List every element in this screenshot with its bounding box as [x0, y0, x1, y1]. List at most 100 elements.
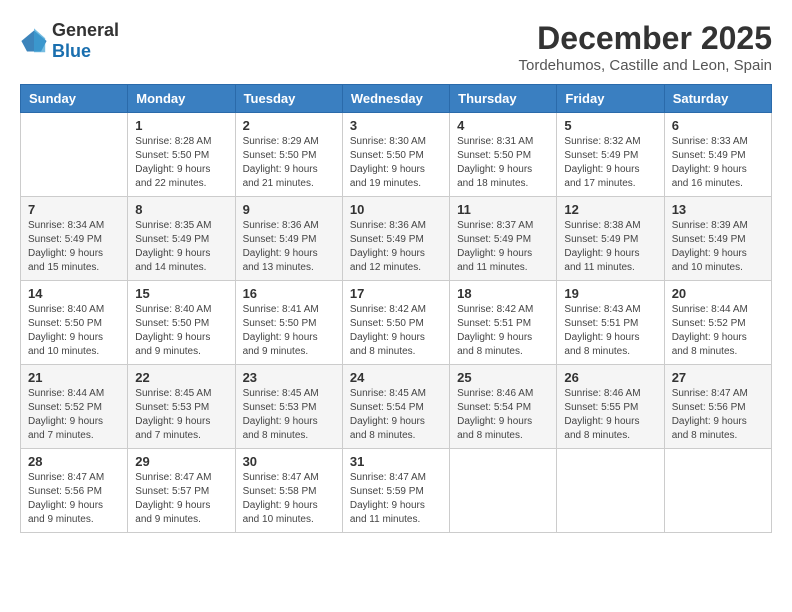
day-number: 24	[350, 370, 442, 385]
day-cell: 30 Sunrise: 8:47 AMSunset: 5:58 PMDayligh…	[235, 449, 342, 533]
day-cell: 16 Sunrise: 8:41 AMSunset: 5:50 PMDayligh…	[235, 281, 342, 365]
logo: General Blue	[20, 20, 119, 62]
day-number: 12	[564, 202, 656, 217]
day-info: Sunrise: 8:45 AMSunset: 5:53 PMDaylight:…	[135, 387, 227, 443]
day-info: Sunrise: 8:33 AMSunset: 5:49 PMDaylight:…	[672, 135, 764, 191]
day-info: Sunrise: 8:44 AMSunset: 5:52 PMDaylight:…	[28, 387, 120, 443]
title-block: December 2025 Tordehumos, Castille and L…	[519, 20, 773, 74]
day-number: 31	[350, 454, 442, 469]
day-number: 14	[28, 286, 120, 301]
day-cell: 8Sunrise: 8:35 AMSunset: 5:49 PMDaylight…	[128, 197, 235, 281]
day-info: Sunrise: 8:34 AMSunset: 5:49 PMDaylight:…	[28, 219, 120, 275]
day-cell: 3 Sunrise: 8:30 AMSunset: 5:50 PMDaylight…	[342, 113, 449, 197]
day-cell: 9 Sunrise: 8:36 AMSunset: 5:49 PMDaylight…	[235, 197, 342, 281]
day-cell: 23Sunrise: 8:45 AMSunset: 5:53 PMDayligh…	[235, 365, 342, 449]
calendar-body: 1Sunrise: 8:28 AMSunset: 5:50 PMDaylight…	[21, 113, 772, 533]
day-info: Sunrise: 8:47 AMSunset: 5:58 PMDaylight:…	[243, 471, 335, 527]
day-info: Sunrise: 8:47 AMSunset: 5:59 PMDaylight:…	[350, 471, 442, 527]
day-info: Sunrise: 8:42 AMSunset: 5:51 PMDaylight:…	[457, 303, 549, 359]
day-info: Sunrise: 8:45 AMSunset: 5:53 PMDaylight:…	[243, 387, 335, 443]
day-number: 30	[243, 454, 335, 469]
day-number: 26	[564, 370, 656, 385]
day-number: 16	[243, 286, 335, 301]
day-cell: 10 Sunrise: 8:36 AMSunset: 5:49 PMDayligh…	[342, 197, 449, 281]
header-tuesday: Tuesday	[235, 85, 342, 113]
day-cell: 19 Sunrise: 8:43 AMSunset: 5:51 PMDayligh…	[557, 281, 664, 365]
day-cell: 1Sunrise: 8:28 AMSunset: 5:50 PMDaylight…	[128, 113, 235, 197]
day-info: Sunrise: 8:46 AMSunset: 5:54 PMDaylight:…	[457, 387, 549, 443]
day-number: 3	[350, 118, 442, 133]
day-cell: 22 Sunrise: 8:45 AMSunset: 5:53 PMDayligh…	[128, 365, 235, 449]
header-thursday: Thursday	[450, 85, 557, 113]
day-info: Sunrise: 8:41 AMSunset: 5:50 PMDaylight:…	[243, 303, 335, 359]
header-wednesday: Wednesday	[342, 85, 449, 113]
day-info: Sunrise: 8:46 AMSunset: 5:55 PMDaylight:…	[564, 387, 656, 443]
day-cell: 24Sunrise: 8:45 AMSunset: 5:54 PMDayligh…	[342, 365, 449, 449]
header-monday: Monday	[128, 85, 235, 113]
day-cell: 5Sunrise: 8:32 AMSunset: 5:49 PMDaylight…	[557, 113, 664, 197]
day-cell: 17 Sunrise: 8:42 AMSunset: 5:50 PMDayligh…	[342, 281, 449, 365]
logo-general: General	[52, 20, 119, 40]
header-row: SundayMondayTuesdayWednesdayThursdayFrid…	[21, 85, 772, 113]
day-cell: 7 Sunrise: 8:34 AMSunset: 5:49 PMDaylight…	[21, 197, 128, 281]
day-cell	[557, 449, 664, 533]
day-info: Sunrise: 8:30 AMSunset: 5:50 PMDaylight:…	[350, 135, 442, 191]
day-info: Sunrise: 8:31 AMSunset: 5:50 PMDaylight:…	[457, 135, 549, 191]
day-cell: 27Sunrise: 8:47 AMSunset: 5:56 PMDayligh…	[664, 365, 771, 449]
day-cell: 12Sunrise: 8:38 AMSunset: 5:49 PMDayligh…	[557, 197, 664, 281]
day-cell: 4 Sunrise: 8:31 AMSunset: 5:50 PMDaylight…	[450, 113, 557, 197]
day-cell: 28Sunrise: 8:47 AMSunset: 5:56 PMDayligh…	[21, 449, 128, 533]
day-cell: 18 Sunrise: 8:42 AMSunset: 5:51 PMDayligh…	[450, 281, 557, 365]
day-number: 9	[243, 202, 335, 217]
day-cell: 15Sunrise: 8:40 AMSunset: 5:50 PMDayligh…	[128, 281, 235, 365]
logo-blue: Blue	[52, 41, 91, 61]
calendar-header: SundayMondayTuesdayWednesdayThursdayFrid…	[21, 85, 772, 113]
logo-icon	[20, 27, 48, 55]
day-number: 10	[350, 202, 442, 217]
day-cell: 29Sunrise: 8:47 AMSunset: 5:57 PMDayligh…	[128, 449, 235, 533]
day-number: 22	[135, 370, 227, 385]
day-number: 6	[672, 118, 764, 133]
day-info: Sunrise: 8:28 AMSunset: 5:50 PMDaylight:…	[135, 135, 227, 191]
day-cell	[450, 449, 557, 533]
page-header: General Blue December 2025 Tordehumos, C…	[20, 20, 772, 74]
day-info: Sunrise: 8:43 AMSunset: 5:51 PMDaylight:…	[564, 303, 656, 359]
day-cell: 11Sunrise: 8:37 AMSunset: 5:49 PMDayligh…	[450, 197, 557, 281]
day-cell: 26 Sunrise: 8:46 AMSunset: 5:55 PMDayligh…	[557, 365, 664, 449]
day-number: 19	[564, 286, 656, 301]
day-info: Sunrise: 8:35 AMSunset: 5:49 PMDaylight:…	[135, 219, 227, 275]
day-info: Sunrise: 8:44 AMSunset: 5:52 PMDaylight:…	[672, 303, 764, 359]
day-cell	[664, 449, 771, 533]
week-row-4: 28Sunrise: 8:47 AMSunset: 5:56 PMDayligh…	[21, 449, 772, 533]
day-number: 28	[28, 454, 120, 469]
day-cell: 14 Sunrise: 8:40 AMSunset: 5:50 PMDayligh…	[21, 281, 128, 365]
day-info: Sunrise: 8:42 AMSunset: 5:50 PMDaylight:…	[350, 303, 442, 359]
day-number: 4	[457, 118, 549, 133]
day-cell: 31 Sunrise: 8:47 AMSunset: 5:59 PMDayligh…	[342, 449, 449, 533]
day-cell: 25Sunrise: 8:46 AMSunset: 5:54 PMDayligh…	[450, 365, 557, 449]
day-number: 13	[672, 202, 764, 217]
week-row-1: 7 Sunrise: 8:34 AMSunset: 5:49 PMDaylight…	[21, 197, 772, 281]
day-info: Sunrise: 8:40 AMSunset: 5:50 PMDaylight:…	[28, 303, 120, 359]
day-info: Sunrise: 8:36 AMSunset: 5:49 PMDaylight:…	[243, 219, 335, 275]
day-number: 21	[28, 370, 120, 385]
day-info: Sunrise: 8:37 AMSunset: 5:49 PMDaylight:…	[457, 219, 549, 275]
day-number: 5	[564, 118, 656, 133]
day-cell: 20 Sunrise: 8:44 AMSunset: 5:52 PMDayligh…	[664, 281, 771, 365]
week-row-2: 14 Sunrise: 8:40 AMSunset: 5:50 PMDayligh…	[21, 281, 772, 365]
week-row-3: 21 Sunrise: 8:44 AMSunset: 5:52 PMDayligh…	[21, 365, 772, 449]
day-cell: 21 Sunrise: 8:44 AMSunset: 5:52 PMDayligh…	[21, 365, 128, 449]
day-number: 18	[457, 286, 549, 301]
calendar-table: SundayMondayTuesdayWednesdayThursdayFrid…	[20, 84, 772, 533]
logo-text: General Blue	[52, 20, 119, 62]
day-cell: 6 Sunrise: 8:33 AMSunset: 5:49 PMDaylight…	[664, 113, 771, 197]
day-number: 20	[672, 286, 764, 301]
header-saturday: Saturday	[664, 85, 771, 113]
day-number: 15	[135, 286, 227, 301]
day-cell: 13Sunrise: 8:39 AMSunset: 5:49 PMDayligh…	[664, 197, 771, 281]
day-cell	[21, 113, 128, 197]
day-number: 7	[28, 202, 120, 217]
day-number: 17	[350, 286, 442, 301]
week-row-0: 1Sunrise: 8:28 AMSunset: 5:50 PMDaylight…	[21, 113, 772, 197]
day-info: Sunrise: 8:36 AMSunset: 5:49 PMDaylight:…	[350, 219, 442, 275]
